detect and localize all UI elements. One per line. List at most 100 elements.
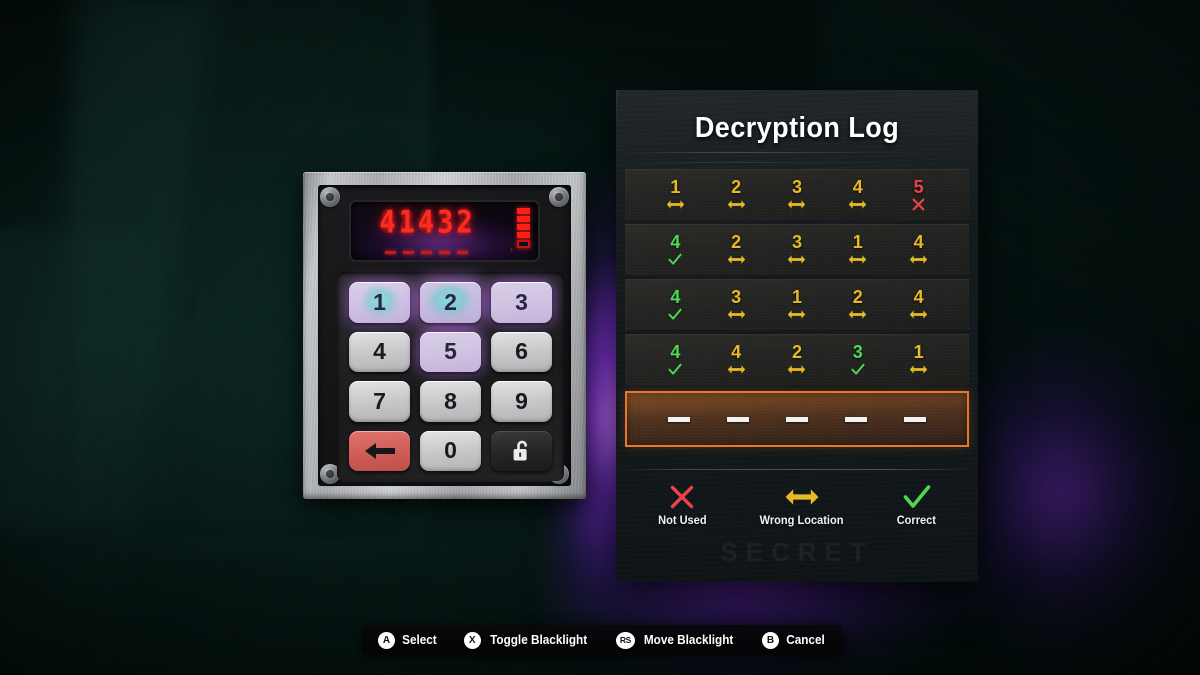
log-cell: 4 xyxy=(719,343,753,377)
double-arrow-icon xyxy=(848,252,867,267)
legend: Not Used Wrong Location Correct xyxy=(616,484,978,527)
key-7[interactable]: 7 xyxy=(349,381,410,422)
log-rows: 1 2 3 4 5 4 2 3 1 4 4 3 1 2 4 4 4 2 3 1 xyxy=(616,169,978,385)
background-scene xyxy=(0,0,1200,675)
log-digit: 4 xyxy=(670,286,681,307)
log-digit: 4 xyxy=(670,341,681,362)
table-row: 1 2 3 4 5 xyxy=(625,169,969,220)
key-1[interactable]: 1 xyxy=(349,282,410,323)
double-arrow-icon xyxy=(784,484,820,510)
x-mark-icon xyxy=(912,197,925,212)
log-digit: 3 xyxy=(852,341,863,362)
key-6[interactable]: 6 xyxy=(491,331,552,372)
double-arrow-icon xyxy=(787,307,806,322)
table-row: 4 4 2 3 1 xyxy=(625,334,969,385)
log-cell: 3 xyxy=(780,178,814,212)
background-vignette xyxy=(0,0,1200,675)
check-mark-icon xyxy=(851,362,865,377)
back-arrow-icon xyxy=(363,441,397,461)
log-cell: 1 xyxy=(780,288,814,322)
log-cell: 4 xyxy=(902,233,936,267)
table-row: 4 2 3 1 4 xyxy=(625,224,969,275)
log-digit: 4 xyxy=(670,231,681,252)
log-digit: 4 xyxy=(731,341,742,362)
key-unlock[interactable] xyxy=(491,430,552,471)
key-label: 6 xyxy=(515,338,528,365)
key-4[interactable]: 4 xyxy=(349,331,410,372)
legend-item-not-used: Not Used xyxy=(656,484,709,527)
decryption-log-panel: Decryption Log 1 2 3 4 5 4 2 3 1 4 4 3 1… xyxy=(616,90,978,582)
active-slots xyxy=(627,416,967,422)
panel-scratch-line xyxy=(616,162,978,163)
key-label: 3 xyxy=(515,288,528,315)
code-slot-2[interactable] xyxy=(726,416,749,422)
log-digit: 3 xyxy=(791,231,802,252)
keypad-device: 88888 41432 › 1 2 3 4 5 6 7 8 9 0 xyxy=(303,172,586,499)
key-label: 5 xyxy=(444,338,457,365)
key-3[interactable]: 3 xyxy=(491,282,552,323)
log-digit: 1 xyxy=(852,231,863,252)
key-0[interactable]: 0 xyxy=(420,430,481,471)
unlock-padlock-icon xyxy=(512,439,532,463)
control-hint-cancel[interactable]: B Cancel xyxy=(761,631,826,649)
keypad-led-display: 88888 41432 › xyxy=(351,202,538,260)
control-hint-move-blacklight[interactable]: RS Move Blacklight xyxy=(615,631,736,649)
double-arrow-icon xyxy=(787,197,806,212)
log-digit: 2 xyxy=(731,231,742,252)
panel-stencil-text: SECRET xyxy=(720,537,874,567)
control-label: Move Blacklight xyxy=(643,633,734,647)
log-cell: 2 xyxy=(719,233,753,267)
control-hint-toggle-blacklight[interactable]: X Toggle Blacklight xyxy=(463,631,590,649)
button-badge-b: B xyxy=(761,631,779,649)
legend-label: Correct xyxy=(897,513,937,527)
key-2[interactable]: 2 xyxy=(420,282,481,323)
screw-top-right xyxy=(549,187,569,207)
double-arrow-icon xyxy=(848,197,867,212)
code-slot-5[interactable] xyxy=(904,416,927,422)
panel-scratch-line xyxy=(616,152,978,153)
control-hint-select[interactable]: A Select xyxy=(378,631,438,649)
log-digit: 1 xyxy=(913,341,924,362)
key-label: 2 xyxy=(444,288,457,315)
double-arrow-icon xyxy=(909,307,928,322)
double-arrow-icon xyxy=(666,197,685,212)
control-label: Toggle Blacklight xyxy=(489,633,587,647)
code-slot-4[interactable] xyxy=(845,416,868,422)
key-backspace[interactable] xyxy=(349,430,410,471)
log-digit: 2 xyxy=(791,341,802,362)
keypad-grid: 1 2 3 4 5 6 7 8 9 0 xyxy=(349,282,552,471)
double-arrow-icon xyxy=(848,307,867,322)
led-slot-dashes xyxy=(351,251,502,254)
active-code-input-row[interactable] xyxy=(625,391,969,447)
x-mark-icon xyxy=(669,484,695,510)
log-cell: 4 xyxy=(658,288,692,322)
check-mark-icon xyxy=(668,252,682,267)
screw-top-left xyxy=(320,187,340,207)
led-entered-code: 41432 xyxy=(379,204,476,241)
key-5[interactable]: 5 xyxy=(420,331,481,372)
log-digit: 2 xyxy=(852,286,863,307)
code-slot-3[interactable] xyxy=(785,416,808,422)
key-label: 8 xyxy=(444,387,457,414)
double-arrow-icon xyxy=(727,362,746,377)
key-8[interactable]: 8 xyxy=(420,381,481,422)
control-label: Cancel xyxy=(786,633,825,647)
key-label: 1 xyxy=(373,288,386,315)
legend-item-wrong-location: Wrong Location xyxy=(756,484,847,527)
log-cell: 1 xyxy=(658,178,692,212)
log-cell: 4 xyxy=(902,288,936,322)
key-label: 0 xyxy=(444,437,457,464)
check-mark-icon xyxy=(668,307,682,322)
log-cell: 4 xyxy=(658,343,692,377)
log-cell: 3 xyxy=(841,343,875,377)
log-digit: 3 xyxy=(791,176,802,197)
log-cell: 3 xyxy=(780,233,814,267)
log-cell: 5 xyxy=(902,178,936,212)
log-cell: 2 xyxy=(780,343,814,377)
led-bar-indicator xyxy=(517,208,530,248)
code-slot-1[interactable] xyxy=(667,416,690,422)
key-9[interactable]: 9 xyxy=(491,381,552,422)
log-cell: 4 xyxy=(841,178,875,212)
key-label: 4 xyxy=(373,338,386,365)
button-badge-rs: RS xyxy=(615,631,635,649)
